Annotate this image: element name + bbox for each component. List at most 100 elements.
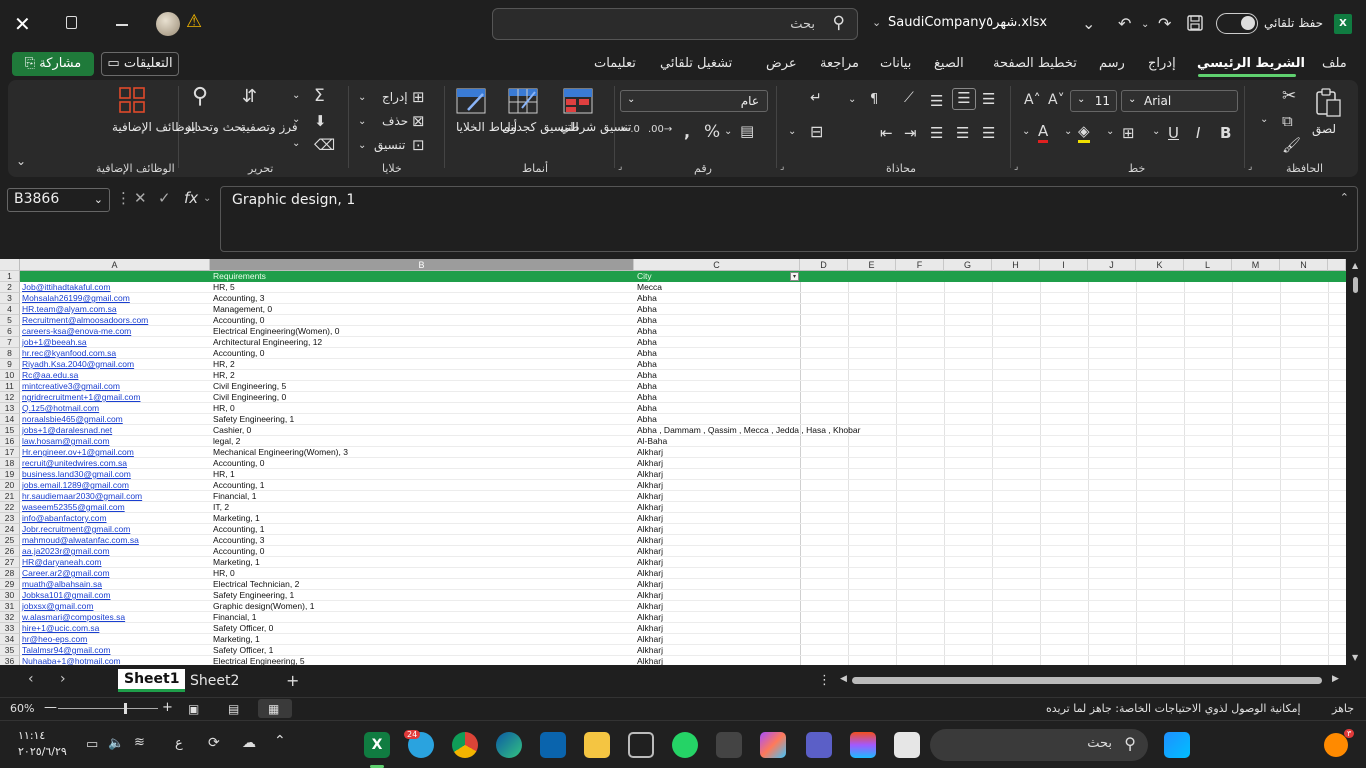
row-header[interactable]: 27 — [0, 557, 20, 568]
find-select-icon[interactable]: ⚲ — [192, 84, 208, 109]
row-header[interactable]: 7 — [0, 337, 20, 348]
prev-sheet-icon[interactable]: ‹ — [28, 671, 34, 687]
clear-icon[interactable]: ⌫ — [314, 136, 335, 154]
chevron-down-icon[interactable]: ⌄ — [358, 116, 366, 127]
cell-requirements[interactable]: Marketing, 1 — [213, 634, 260, 645]
chevron-down-icon[interactable]: ⌄ — [358, 140, 366, 151]
autosave-toggle[interactable] — [1216, 13, 1258, 34]
delete-cells-icon[interactable]: ⊠ — [412, 112, 425, 130]
cell-city[interactable]: Mecca — [637, 282, 662, 293]
cell-requirements[interactable]: HR, 2 — [213, 359, 235, 370]
cell-city[interactable]: Alkharj — [637, 568, 663, 579]
cell-city[interactable]: Alkharj — [637, 469, 663, 480]
language-indicator[interactable]: ع — [175, 736, 183, 751]
zoom-in-icon[interactable]: + — [162, 700, 173, 715]
file-explorer-icon[interactable] — [584, 732, 610, 758]
number-format-select[interactable]: ⌄ عام — [620, 90, 768, 112]
column-header-l[interactable]: L — [1184, 259, 1232, 271]
column-header-i[interactable]: I — [1040, 259, 1088, 271]
cell-email[interactable]: info@abanfactory.com — [22, 513, 107, 524]
show-hidden-icons[interactable]: ⌃ — [274, 733, 286, 749]
filter-dropdown-icon[interactable]: ▾ — [790, 272, 799, 281]
cell-email[interactable]: careers-ksa@enova-me.com — [22, 326, 131, 337]
row-header[interactable]: 28 — [0, 568, 20, 579]
cell-city[interactable]: Abha — [637, 392, 657, 403]
column-header-b[interactable]: B — [210, 259, 634, 271]
cell-city[interactable]: Alkharj — [637, 513, 663, 524]
cell-city[interactable]: Alkharj — [637, 612, 663, 623]
cell-city[interactable]: Abha — [637, 337, 657, 348]
text-direction-icon[interactable]: ¶ — [870, 92, 878, 107]
align-bottom-icon[interactable]: ☰ — [930, 92, 943, 110]
cell-email[interactable]: Riyadh.Ksa.2040@gmail.com — [22, 359, 134, 370]
cell-city[interactable]: Alkharj — [637, 502, 663, 513]
cell-email[interactable]: recruit@unitedwires.com.sa — [22, 458, 127, 469]
fill-icon[interactable]: ⬇ — [314, 112, 327, 130]
row-header[interactable]: 24 — [0, 524, 20, 535]
cell-email[interactable]: jobxsx@gmail.com — [22, 601, 93, 612]
taskbar-search[interactable]: بحث ⚲ — [930, 729, 1148, 761]
row-header[interactable]: 5 — [0, 315, 20, 326]
teams-icon[interactable] — [806, 732, 832, 758]
paste-label[interactable]: لصق — [1312, 122, 1336, 136]
borders-icon[interactable]: ⊞ — [1122, 124, 1135, 142]
clock-date[interactable]: ٢٠٢٥/٦/٢٩ — [18, 745, 67, 758]
column-header-e[interactable]: E — [848, 259, 896, 271]
cell-email[interactable]: Q.1z5@hotmail.com — [22, 403, 99, 414]
cell-email[interactable]: muath@albahsain.sa — [22, 579, 102, 590]
more-options-icon[interactable]: ⋮ — [116, 189, 131, 207]
insert-function-icon[interactable]: fx — [184, 189, 198, 207]
percent-icon[interactable]: % — [704, 122, 720, 142]
cell-city[interactable]: Abha , Dammam , Qassim , Mecca , Jedda ,… — [637, 425, 860, 436]
decrease-font-icon[interactable]: A˅ — [1048, 92, 1065, 108]
row-header[interactable]: 32 — [0, 612, 20, 623]
chevron-down-icon[interactable]: ⌄ — [1141, 19, 1149, 30]
cell-email[interactable]: waseem52355@gmail.com — [22, 502, 125, 513]
cell-requirements[interactable]: Accounting, 0 — [213, 315, 265, 326]
cell-city[interactable]: Abha — [637, 326, 657, 337]
font-name-select[interactable]: ⌄ Arial — [1121, 90, 1238, 112]
wifi-icon[interactable]: ≋ — [134, 735, 145, 750]
cell-requirements[interactable]: Marketing, 1 — [213, 513, 260, 524]
cell-requirements[interactable]: legal, 2 — [213, 436, 240, 447]
row-header[interactable]: 14 — [0, 414, 20, 425]
font-size-select[interactable]: ⌄ 11 — [1070, 90, 1117, 112]
cell-city[interactable]: Alkharj — [637, 535, 663, 546]
row-header[interactable]: 13 — [0, 403, 20, 414]
tab-view[interactable]: عرض — [766, 56, 797, 71]
cell-email[interactable]: job+1@beeah.sa — [22, 337, 87, 348]
paste-icon[interactable] — [1314, 88, 1342, 122]
column-header-k[interactable]: K — [1136, 259, 1184, 271]
addins-icon[interactable] — [118, 86, 146, 118]
decrease-indent-icon[interactable]: ⇤ — [880, 124, 893, 142]
whatsapp-icon[interactable] — [672, 732, 698, 758]
sort-filter-icon[interactable]: ⇵ — [242, 86, 257, 107]
zoom-level[interactable]: 60% — [10, 702, 34, 715]
cell-requirements[interactable]: Civil Engineering, 5 — [213, 381, 286, 392]
addins-label[interactable]: الوظائف الإضافية — [112, 120, 198, 134]
chevron-down-icon[interactable]: ⌄ — [1022, 126, 1030, 137]
row-header[interactable]: 8 — [0, 348, 20, 359]
delete-cells-label[interactable]: حذف — [382, 114, 408, 128]
cell-city[interactable]: Abha — [637, 359, 657, 370]
align-left-icon[interactable]: ☰ — [930, 124, 943, 142]
align-top-icon[interactable]: ☰ — [982, 90, 995, 108]
row-header[interactable]: 22 — [0, 502, 20, 513]
sheet-tab-1[interactable]: Sheet1 — [118, 669, 186, 692]
horizontal-scrollbar[interactable] — [852, 677, 1322, 684]
cell-requirements[interactable]: Accounting, 3 — [213, 535, 265, 546]
cell-styles-label[interactable]: أنماط الخلايا — [456, 120, 517, 134]
task-view-icon[interactable] — [894, 732, 920, 758]
cell-email[interactable]: mintcreative3@gmail.com — [22, 381, 120, 392]
column-header-a[interactable]: A — [20, 259, 210, 271]
tab-automate[interactable]: تشغيل تلقائي — [660, 56, 732, 71]
comma-style-icon[interactable]: , — [684, 122, 690, 141]
row-header[interactable]: 2 — [0, 282, 20, 293]
cell-city[interactable]: Abha — [637, 293, 657, 304]
row-header[interactable]: 3 — [0, 293, 20, 304]
cell-requirements[interactable]: Electrical Engineering, 5 — [213, 656, 305, 665]
row-header[interactable]: 19 — [0, 469, 20, 480]
chevron-down-icon[interactable]: ⌄ — [1260, 114, 1268, 125]
cell-requirements[interactable]: Cashier, 0 — [213, 425, 251, 436]
cell-requirements[interactable]: Financial, 1 — [213, 491, 256, 502]
